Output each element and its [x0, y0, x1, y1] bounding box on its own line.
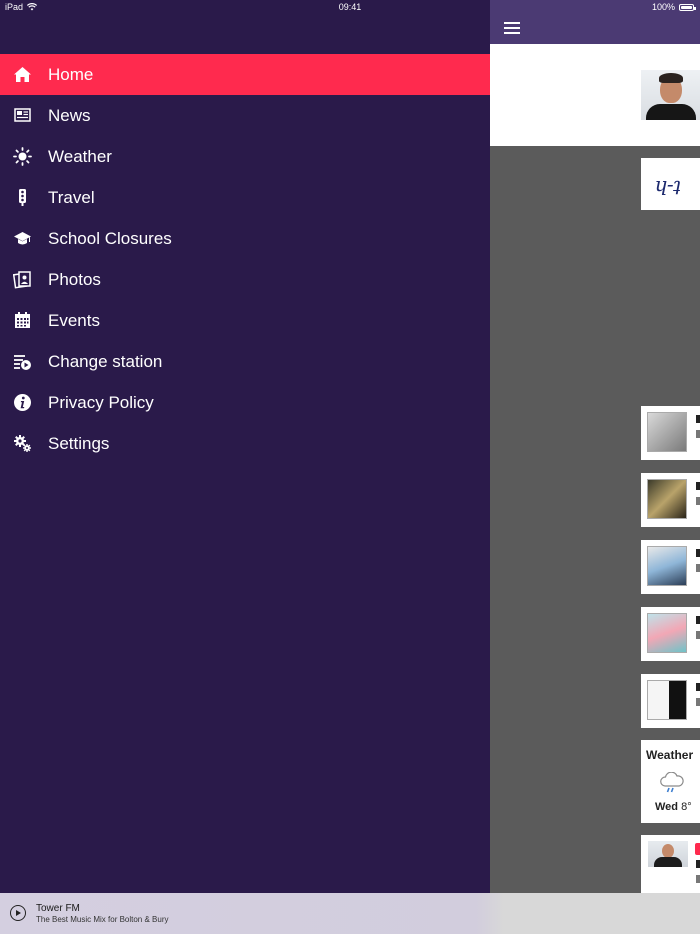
sun-icon [13, 147, 32, 166]
menu-item-school-closures[interactable]: School Closures [0, 218, 490, 259]
menu-item-label: Settings [48, 434, 110, 453]
news-thumbnail [648, 841, 688, 867]
battery-icon [679, 3, 696, 11]
recent-song-card[interactable] [641, 473, 700, 527]
menu-item-news[interactable]: News [0, 95, 490, 136]
hero-card[interactable] [490, 44, 700, 146]
drawer-menu: Home News Weather Travel School Closures… [0, 54, 490, 464]
recent-song-card[interactable] [641, 674, 700, 728]
content-area: ɥ-ʇ Weather Wed 8° [490, 44, 700, 893]
side-drawer: Home News Weather Travel School Closures… [0, 0, 490, 893]
menu-item-settings[interactable]: Settings [0, 423, 490, 464]
status-time: 09:41 [338, 2, 362, 12]
menu-item-label: Change station [48, 352, 163, 371]
battery-percent: 100% [651, 2, 675, 12]
menu-item-home[interactable]: Home [0, 54, 490, 95]
graduation-cap-icon [13, 229, 32, 248]
hamburger-menu-icon[interactable] [504, 22, 520, 34]
status-right: 100% [651, 2, 696, 12]
info-icon [13, 393, 32, 412]
rain-cloud-icon [660, 772, 684, 793]
album-art [647, 680, 687, 720]
news-badge [695, 843, 700, 855]
album-art [647, 479, 687, 519]
weather-forecast: Wed 8° [655, 801, 692, 813]
menu-item-privacy-policy[interactable]: Privacy Policy [0, 382, 490, 423]
menu-item-label: Privacy Policy [48, 393, 154, 412]
change-station-icon [13, 352, 32, 371]
station-tagline: The Best Music Mix for Bolton & Bury [36, 915, 169, 924]
calendar-icon [13, 311, 32, 330]
menu-item-weather[interactable]: Weather [0, 136, 490, 177]
recent-song-card[interactable] [641, 406, 700, 460]
recent-song-card[interactable] [641, 540, 700, 594]
menu-item-label: Weather [48, 147, 112, 166]
player-bar: Tower FM The Best Music Mix for Bolton &… [0, 893, 700, 934]
news-card[interactable] [641, 835, 700, 893]
album-art [647, 613, 687, 653]
menu-item-label: Travel [48, 188, 95, 207]
menu-item-label: School Closures [48, 229, 172, 248]
app-screen: iPad 09:41 100% ɥ-ʇ Weather Wed 8° Home … [0, 0, 700, 934]
status-bar: iPad 09:41 100% [0, 0, 700, 14]
weather-temp: 8° [681, 801, 692, 813]
menu-item-label: Home [48, 65, 94, 84]
station-name: Tower FM [36, 903, 80, 914]
recent-song-card[interactable] [641, 607, 700, 661]
menu-item-photos[interactable]: Photos [0, 259, 490, 300]
home-icon [13, 65, 32, 84]
weather-day: Wed [655, 801, 679, 813]
gear-icon [13, 434, 32, 453]
menu-item-change-station[interactable]: Change station [0, 341, 490, 382]
play-button[interactable] [10, 905, 26, 921]
menu-item-events[interactable]: Events [0, 300, 490, 341]
menu-item-label: Photos [48, 270, 101, 289]
sponsor-logo-card[interactable]: ɥ-ʇ [641, 158, 700, 210]
photos-icon [13, 270, 32, 289]
album-art [647, 546, 687, 586]
album-art [647, 412, 687, 452]
news-icon [13, 106, 32, 125]
weather-card-title: Weather [646, 748, 694, 762]
menu-item-label: News [48, 106, 91, 125]
traffic-light-icon [13, 188, 32, 207]
presenter-photo [641, 70, 700, 120]
menu-item-travel[interactable]: Travel [0, 177, 490, 218]
sponsor-logo: ɥ-ʇ [655, 172, 681, 196]
weather-card[interactable]: Weather Wed 8° [641, 740, 700, 823]
menu-item-label: Events [48, 311, 100, 330]
